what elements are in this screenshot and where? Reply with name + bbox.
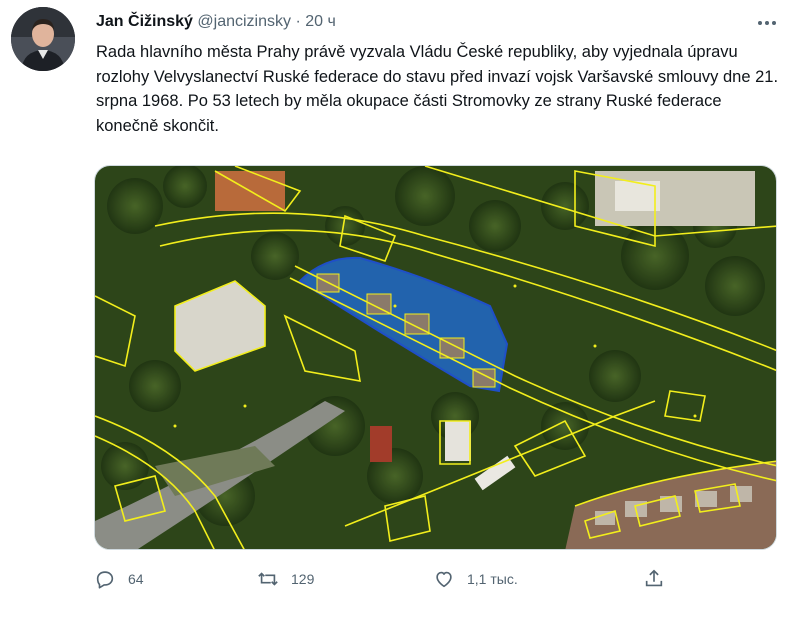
more-icon[interactable] (752, 10, 782, 34)
retweet-count: 129 (291, 571, 315, 587)
tweet-header: Jan Čižinský @jancizinsky · 20 ч (96, 12, 336, 32)
reply-icon (96, 571, 114, 589)
tweet: Jan Čižinský @jancizinsky · 20 ч Rada hl… (0, 0, 800, 620)
share-button[interactable] (643, 568, 665, 590)
reply-button[interactable]: 64 (94, 568, 144, 590)
retweet-icon (258, 572, 278, 586)
like-count: 1,1 тыс. (467, 571, 518, 587)
separator-dot: · (295, 13, 301, 30)
share-icon (645, 569, 663, 587)
retweet-button[interactable]: 129 (257, 568, 314, 590)
cadastral-map-image (95, 166, 776, 549)
tweet-actions: 64 129 1,1 тыс. (0, 560, 800, 600)
author-name[interactable]: Jan Čižinský (96, 13, 193, 30)
tweet-text: Rada hlavního města Prahy právě vyzvala … (96, 43, 779, 135)
reply-count: 64 (128, 571, 144, 587)
like-icon (436, 571, 452, 588)
like-button[interactable]: 1,1 тыс. (433, 568, 518, 590)
author-handle[interactable]: @jancizinsky (197, 13, 291, 30)
tweet-image-map[interactable] (94, 165, 777, 550)
avatar[interactable] (11, 7, 75, 71)
tweet-time[interactable]: 20 ч (305, 13, 336, 30)
